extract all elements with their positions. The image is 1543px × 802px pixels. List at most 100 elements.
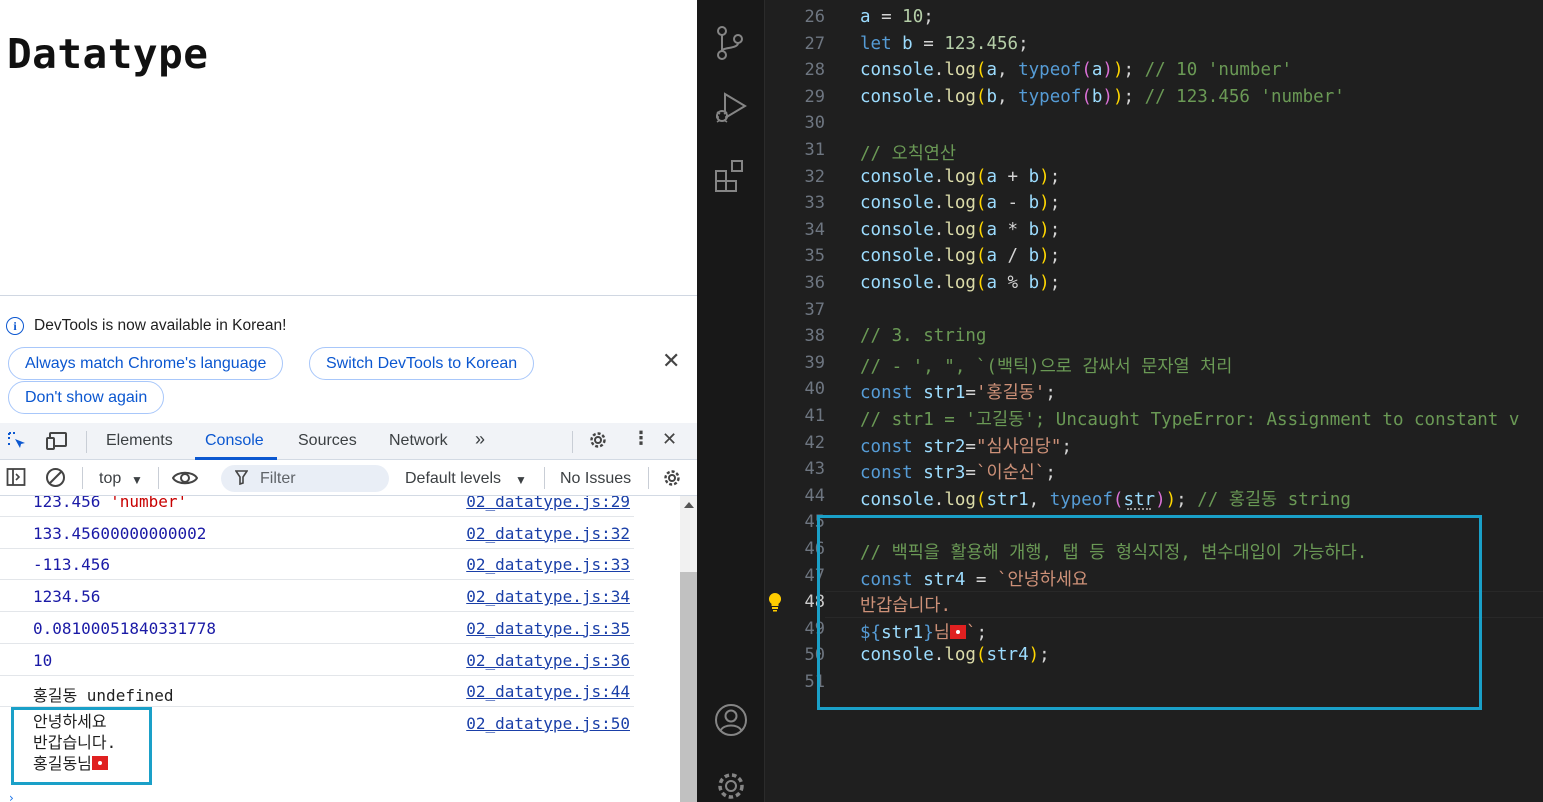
line-number: 41 — [804, 406, 825, 426]
console-row: 133.45600000000002 02_datatype.js:32 — [0, 517, 634, 549]
device-toolbar-icon[interactable] — [45, 430, 69, 457]
code-line[interactable]: console.log(b, typeof(b)); // 123.456 'n… — [860, 87, 1345, 107]
source-link[interactable]: 02_datatype.js:36 — [466, 651, 630, 670]
console-value: 123.456 — [33, 496, 111, 511]
code-line[interactable]: let b = 123.456; — [860, 34, 1029, 54]
devtools-panel: i DevTools is now available in Korean! A… — [0, 295, 697, 802]
code-line[interactable]: // str1 = '고길동'; Uncaught TypeError: Ass… — [860, 406, 1519, 431]
line-number-gutter: 26 27 28 29 30 31 32 33 34 35 36 37 38 39 40 41 42 43 44 45… — [765, 0, 825, 802]
more-tabs-icon[interactable]: » — [475, 429, 485, 450]
console-row: -113.456 02_datatype.js:33 — [0, 548, 634, 581]
line-number: 34 — [804, 219, 825, 240]
code-line[interactable]: const str3=`이순신`; — [860, 459, 1056, 484]
console-value: 10 — [33, 650, 53, 670]
scroll-thumb[interactable] — [680, 572, 697, 802]
dont-show-again-button[interactable]: Don't show again — [8, 381, 165, 414]
line-number: 26 — [804, 7, 825, 27]
line-number: 36 — [804, 273, 825, 293]
close-notice-icon[interactable]: ✕ — [662, 349, 680, 374]
code-line[interactable]: console.log(str1, typeof(str)); // 홍길동 s… — [860, 486, 1351, 511]
console-message: 123.456 'number' — [33, 496, 187, 511]
source-link[interactable]: 02_datatype.js:50 — [466, 714, 630, 733]
code-line[interactable]: console.log(a / b); — [860, 246, 1060, 266]
scroll-up-icon[interactable] — [684, 502, 694, 508]
tab-network[interactable]: Network — [389, 432, 448, 450]
code-highlight-box — [817, 515, 1482, 710]
code-line[interactable]: console.log(a * b); — [860, 220, 1060, 240]
lightbulb-icon[interactable] — [768, 592, 784, 612]
always-match-language-button[interactable]: Always match Chrome's language — [8, 347, 284, 380]
console-message: 133.45600000000002 — [33, 524, 206, 543]
issues-counter[interactable]: No Issues — [560, 470, 631, 488]
source-control-icon[interactable] — [713, 24, 749, 60]
sidebar-toggle-icon[interactable] — [6, 467, 26, 492]
console-prompt-icon[interactable]: › — [9, 791, 14, 802]
source-link[interactable]: 02_datatype.js:44 — [466, 682, 630, 701]
tab-elements[interactable]: Elements — [106, 432, 173, 450]
code-line[interactable]: const str2="심사임당"; — [860, 433, 1072, 458]
code-line[interactable]: // - ', ", `(백틱)으로 감싸서 문자열 처리 — [860, 353, 1232, 378]
code-line[interactable]: const str1='홍길동'; — [860, 379, 1056, 404]
line-number: 29 — [804, 86, 825, 107]
console-string-value: 'number' — [110, 496, 188, 511]
more-options-icon[interactable]: ⋮ — [632, 428, 650, 449]
manage-gear-icon[interactable] — [713, 768, 749, 802]
code-line[interactable]: a = 10; — [860, 7, 934, 27]
console-toolbar: top ▼ Filter Default levels ▼ No Issues — [0, 461, 697, 496]
console-scrollbar[interactable] — [680, 496, 697, 802]
code-line[interactable]: console.log(a - b); — [860, 193, 1060, 213]
devtools-tabbar: Elements Console Sources Network » ⋮ ✕ — [0, 423, 697, 460]
close-devtools-icon[interactable]: ✕ — [662, 429, 677, 450]
line-number: 43 — [804, 459, 825, 480]
line-number: 27 — [804, 33, 825, 54]
source-link[interactable]: 02_datatype.js:34 — [466, 587, 630, 606]
code-line[interactable]: console.log(a % b); — [860, 273, 1060, 293]
source-link[interactable]: 02_datatype.js:29 — [466, 496, 630, 511]
live-expression-eye-icon[interactable] — [171, 468, 199, 493]
levels-dropdown-icon[interactable]: ▼ — [515, 473, 527, 487]
console-row: 1234.56 02_datatype.js:34 — [0, 580, 634, 613]
switch-to-korean-button[interactable]: Switch DevTools to Korean — [309, 347, 535, 380]
inspect-element-icon[interactable] — [6, 430, 28, 457]
log-levels-dropdown[interactable]: Default levels — [405, 470, 501, 488]
browser-pane: Datatype i DevTools is now available in … — [0, 0, 697, 802]
console-settings-icon[interactable] — [661, 467, 683, 494]
console-value: 0.08100051840331778 — [33, 618, 217, 638]
code-line[interactable]: console.log(a, typeof(a)); // 10 'number… — [860, 60, 1292, 80]
extensions-icon[interactable] — [713, 158, 749, 194]
source-link[interactable]: 02_datatype.js:32 — [466, 524, 630, 543]
settings-gear-icon[interactable] — [587, 429, 609, 456]
source-link[interactable]: 02_datatype.js:35 — [466, 619, 630, 638]
line-number: 40 — [804, 379, 825, 400]
console-row: 홍길동 undefined 02_datatype.js:44 — [0, 675, 634, 708]
context-selector[interactable]: top — [99, 470, 121, 488]
line-number: 42 — [804, 432, 825, 453]
console-message: 0.08100051840331778 — [33, 619, 216, 638]
code-line[interactable]: // 3. string — [860, 326, 986, 346]
console-message: 10 — [33, 651, 52, 670]
context-dropdown-icon[interactable]: ▼ — [131, 473, 143, 487]
code-line[interactable]: console.log(a + b); — [860, 167, 1060, 187]
line-number: 28 — [804, 60, 825, 81]
console-value: 홍길동 undefined — [33, 686, 174, 706]
code-editor: 26 27 28 29 30 31 32 33 34 35 36 37 38 39 40 41 42 43 44 45… — [697, 0, 1543, 802]
source-link[interactable]: 02_datatype.js:33 — [466, 555, 630, 574]
line-number: 35 — [804, 246, 825, 267]
console-value: 1234.56 — [33, 587, 101, 607]
line-number: 44 — [804, 485, 825, 506]
line-number: 49 — [804, 618, 825, 639]
account-icon[interactable] — [713, 702, 749, 738]
console-row: 123.456 'number' 02_datatype.js:29 — [0, 496, 634, 517]
activity-bar — [697, 0, 765, 802]
filter-funnel-icon — [234, 470, 249, 489]
code-line[interactable]: // 오칙연산 — [860, 140, 956, 165]
clear-console-icon[interactable] — [45, 467, 66, 493]
filter-input[interactable]: Filter — [221, 465, 389, 492]
info-icon: i — [6, 317, 24, 335]
tab-sources[interactable]: Sources — [298, 432, 357, 450]
line-number: 47 — [804, 565, 825, 586]
run-debug-icon[interactable] — [713, 90, 749, 126]
console-row: 10 02_datatype.js:36 — [0, 644, 634, 676]
tab-console[interactable]: Console — [205, 432, 264, 450]
notice-text: DevTools is now available in Korean! — [34, 317, 287, 334]
